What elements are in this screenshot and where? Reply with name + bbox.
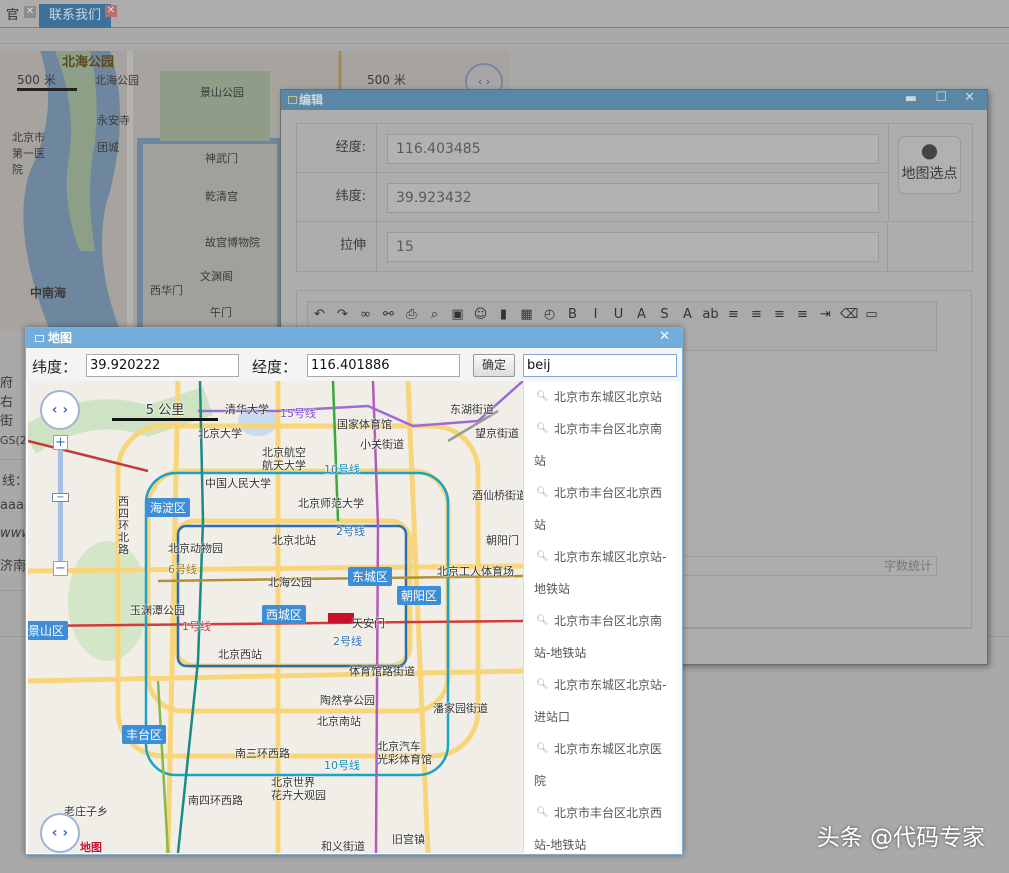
close-button[interactable]: ✕ xyxy=(659,329,670,344)
suggestion-item[interactable]: 🔍︎ 北京市东城区北京站- 进站口 xyxy=(524,669,679,733)
zoom-in-button[interactable]: + xyxy=(53,435,68,450)
map-pan-control[interactable]: ‹ › xyxy=(40,813,80,853)
map-label: 6号线 xyxy=(168,563,197,576)
map-label: 天安门 xyxy=(352,617,385,630)
zoom-slider-handle[interactable]: − xyxy=(52,493,69,503)
map-label: 北京动物园 xyxy=(168,542,223,555)
suggestion-text: 站 xyxy=(534,454,547,468)
map-label: 小关街道 xyxy=(360,438,404,451)
suggestion-item[interactable]: 🔍︎ 北京市丰台区北京西站 xyxy=(524,477,679,541)
map-label: 15号线 xyxy=(280,407,316,420)
map-toolbar: 纬度： 39.920222 经度： 116.401886 确定 beij xyxy=(26,348,682,381)
search-icon: 🔍︎ xyxy=(536,423,549,434)
longitude-input[interactable]: 116.401886 xyxy=(307,354,460,377)
map-label: 北京大学 xyxy=(198,427,242,440)
map-label: 2号线 xyxy=(336,525,365,538)
map-label: 潘家园街道 xyxy=(433,702,488,715)
search-icon: 🔍︎ xyxy=(536,487,549,498)
district-badge: 西城区 xyxy=(262,605,307,624)
district-badge: 朝阳区 xyxy=(397,586,442,605)
suggestion-text: 站-地铁站 xyxy=(534,838,587,852)
latitude-input[interactable]: 39.920222 xyxy=(86,354,239,377)
map-view[interactable]: 清华大学 15号线 东湖街道 北京大学 国家体育馆 望京街道 小关街道 北京航空… xyxy=(28,381,523,853)
district-badge: 景山区 xyxy=(28,621,69,640)
suggestion-item[interactable]: 🔍︎ 北京市丰台区北京南站 xyxy=(524,413,679,477)
latitude-label: 纬度： xyxy=(32,358,78,376)
map-label: 1号线 xyxy=(182,620,211,633)
map-label: 北京工人体育场 xyxy=(437,565,514,578)
map-label: 南四环西路 xyxy=(188,794,243,807)
map-label: 10号线 xyxy=(324,759,360,772)
suggestion-text: 北京市丰台区北京西 xyxy=(554,806,663,820)
suggestion-text: 北京市东城区北京站 xyxy=(554,390,663,404)
map-label: 清华大学 xyxy=(225,403,269,416)
map-label: 花卉大观园 xyxy=(271,789,326,802)
suggestion-item[interactable]: 🔍︎ 北京市东城区北京站 xyxy=(524,381,679,413)
map-label: 2号线 xyxy=(333,635,362,648)
map-label: 西四环北路 xyxy=(118,495,129,556)
map-label: 体育馆路街道 xyxy=(349,665,415,678)
zoom-slider[interactable] xyxy=(58,450,63,561)
district-badge: 海淀区 xyxy=(146,498,191,517)
map-label: 陶然亭公园 xyxy=(320,694,375,707)
suggestion-text: 地铁站 xyxy=(534,582,571,596)
map-label: 和义街道 xyxy=(321,840,365,853)
map-label: 望京街道 xyxy=(475,427,519,440)
map-pan-control[interactable]: ‹ › xyxy=(40,390,80,430)
map-label: 南三环西路 xyxy=(235,747,290,760)
zoom-out-button[interactable]: − xyxy=(53,561,68,576)
map-label: 北京西站 xyxy=(218,648,262,661)
search-icon: 🔍︎ xyxy=(536,615,549,626)
map-label: 玉渊潭公园 xyxy=(130,604,185,617)
search-icon: 🔍︎ xyxy=(536,743,549,754)
district-badge: 丰台区 xyxy=(122,725,167,744)
longitude-label: 经度： xyxy=(252,358,298,376)
map-label: 光彩体育馆 xyxy=(377,753,432,766)
search-icon: 🔍︎ xyxy=(536,679,549,690)
suggestion-item[interactable]: 🔍︎ 北京市东城区北京站- 地铁站 xyxy=(524,541,679,605)
district-badge: 东城区 xyxy=(348,567,393,586)
map-label: 航天大学 xyxy=(262,459,306,472)
search-icon: 🔍︎ xyxy=(536,551,549,562)
suggestion-text: 北京市东城区北京医 xyxy=(554,742,663,756)
watermark: 头条 @代码专家 xyxy=(816,825,985,851)
suggestion-text: 北京市丰台区北京南 xyxy=(554,422,663,436)
search-icon: 🔍︎ xyxy=(536,807,549,818)
suggestion-text: 北京市丰台区北京南 xyxy=(554,614,663,628)
map-label: 朝阳门 xyxy=(486,534,519,547)
suggestion-text: 北京市东城区北京站- xyxy=(554,678,667,692)
map-dialog: 地图 ✕ 纬度： 39.920222 经度： 116.401886 确定 bei… xyxy=(25,327,683,855)
suggestion-item[interactable]: 🔍︎ 北京市东城区北京医院 xyxy=(524,733,679,797)
map-label: 中国人民大学 xyxy=(205,477,271,490)
map-label: 北京师范大学 xyxy=(298,497,364,510)
map-label: 北京北站 xyxy=(272,534,316,547)
map-label: 旧宫镇 xyxy=(392,833,425,846)
search-input[interactable]: beij xyxy=(523,354,677,377)
search-icon: 🔍︎ xyxy=(536,391,549,402)
suggestion-text: 进站口 xyxy=(534,710,571,724)
search-suggestions: 🔍︎ 北京市东城区北京站 🔍︎ 北京市丰台区北京南站 🔍︎ 北京市丰台区北京西站 🔍︎ 北京市… xyxy=(523,381,679,853)
map-dialog-title: 地图 xyxy=(26,328,682,348)
map-label: 10号线 xyxy=(324,463,360,476)
map-label: 北京南站 xyxy=(317,715,361,728)
suggestion-item[interactable]: 🔍︎ 北京市丰台区北京西站-地铁站 xyxy=(524,797,679,861)
suggestion-text: 院 xyxy=(534,774,547,788)
baidu-map-logo: 地图 xyxy=(80,841,102,853)
suggestion-text: 站-地铁站 xyxy=(534,646,587,660)
confirm-button[interactable]: 确定 xyxy=(473,354,515,377)
window-icon xyxy=(35,335,44,342)
suggestion-text: 北京市东城区北京站- xyxy=(554,550,667,564)
suggestion-text: 北京市丰台区北京西 xyxy=(554,486,663,500)
suggestion-item[interactable]: 🔍︎ 北京市丰台区北京南站-地铁站 xyxy=(524,605,679,669)
map-label: 东湖街道 xyxy=(450,403,494,416)
map-scale: 5 公里 xyxy=(112,399,218,421)
map-label: 国家体育馆 xyxy=(337,418,392,431)
map-label: 酒仙桥街道 xyxy=(472,489,523,502)
map-label: 北海公园 xyxy=(268,576,312,589)
suggestion-text: 站 xyxy=(534,518,547,532)
